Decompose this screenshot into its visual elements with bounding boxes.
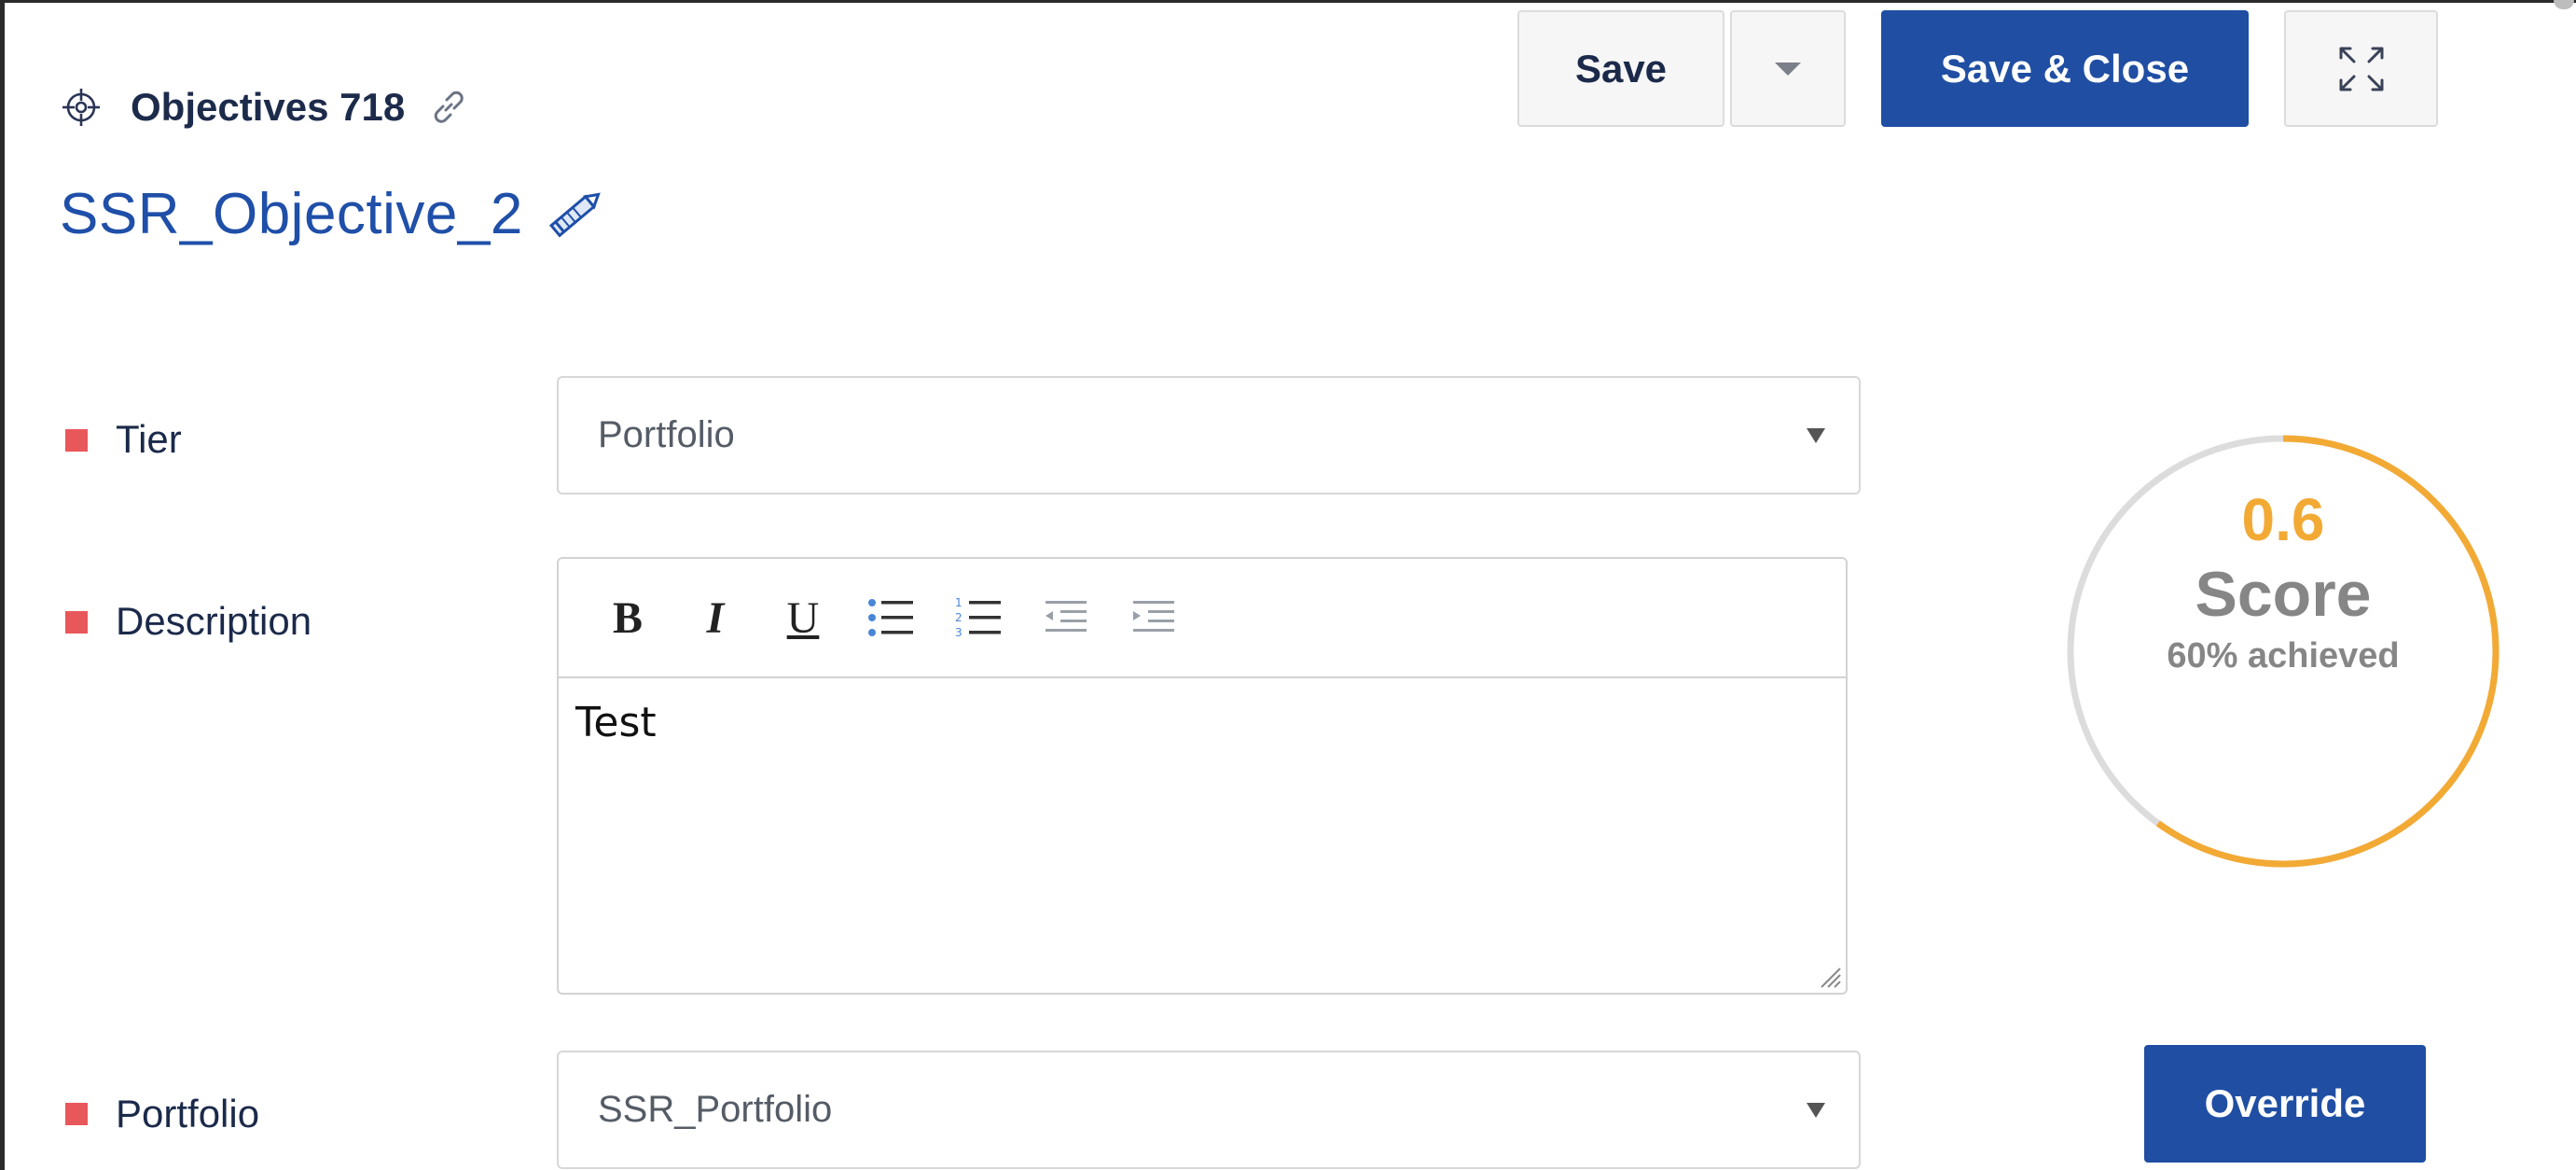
numbered-list-button[interactable]: 1 2 3 bbox=[952, 592, 1004, 644]
indent-icon bbox=[1133, 601, 1174, 632]
breadcrumb-label[interactable]: Objectives 718 bbox=[131, 85, 405, 130]
pencil-icon[interactable] bbox=[544, 182, 607, 245]
svg-text:3: 3 bbox=[955, 626, 963, 639]
bulleted-list-button[interactable] bbox=[865, 592, 917, 644]
score-label: Score bbox=[2195, 559, 2372, 630]
resize-grip-icon[interactable] bbox=[1816, 963, 1842, 989]
numbered-list-icon: 1 2 3 bbox=[955, 596, 1001, 639]
required-marker bbox=[65, 1103, 88, 1125]
chevron-down-icon bbox=[1807, 1102, 1825, 1118]
svg-text:2: 2 bbox=[955, 611, 963, 624]
underline-button[interactable]: U bbox=[777, 592, 829, 644]
title-row: SSR_Objective_2 bbox=[60, 174, 607, 254]
score-achieved: 60% achieved bbox=[2167, 636, 2400, 676]
tier-select[interactable]: Portfolio bbox=[557, 376, 1861, 494]
indent-button[interactable] bbox=[1128, 592, 1180, 644]
score-gauge: 0.6 Score 60% achieved bbox=[2061, 429, 2505, 873]
breadcrumb: Objectives 718 bbox=[60, 82, 470, 132]
svg-text:1: 1 bbox=[955, 596, 963, 609]
page-title: SSR_Objective_2 bbox=[60, 181, 523, 246]
window-top-border bbox=[0, 0, 2576, 3]
outdent-icon bbox=[1046, 601, 1087, 632]
italic-icon: I bbox=[706, 592, 725, 643]
chevron-down-icon bbox=[1775, 62, 1801, 76]
window-corner-handle bbox=[2554, 0, 2574, 9]
expand-button[interactable] bbox=[2284, 10, 2438, 127]
required-marker bbox=[65, 429, 88, 452]
bold-button[interactable]: B bbox=[602, 592, 654, 644]
bulleted-list-icon bbox=[868, 599, 913, 636]
portfolio-value: SSR_Portfolio bbox=[598, 1089, 833, 1130]
score-value: 0.6 bbox=[2241, 486, 2325, 553]
required-marker bbox=[65, 611, 88, 634]
save-options-dropdown[interactable] bbox=[1730, 10, 1846, 127]
tier-value: Portfolio bbox=[598, 414, 735, 455]
description-text[interactable]: Test bbox=[575, 699, 657, 746]
window-left-border bbox=[0, 0, 5, 1170]
bold-icon: B bbox=[612, 592, 643, 643]
portfolio-select[interactable]: SSR_Portfolio bbox=[557, 1051, 1861, 1169]
expand-icon bbox=[2339, 47, 2383, 91]
override-button[interactable]: Override bbox=[2144, 1045, 2426, 1163]
underline-icon: U bbox=[786, 592, 820, 643]
save-and-close-button[interactable]: Save & Close bbox=[1881, 10, 2249, 127]
outdent-button[interactable] bbox=[1040, 592, 1092, 644]
description-editor[interactable]: B I U 1 2 3 Test bbox=[557, 557, 1848, 995]
editor-toolbar: B I U 1 2 3 bbox=[559, 559, 1846, 678]
italic-button[interactable]: I bbox=[689, 592, 741, 644]
save-button[interactable]: Save bbox=[1517, 10, 1724, 127]
tier-label: Tier bbox=[116, 417, 182, 461]
description-label: Description bbox=[116, 599, 312, 643]
target-icon bbox=[62, 89, 100, 126]
chevron-down-icon bbox=[1807, 427, 1825, 443]
portfolio-label: Portfolio bbox=[116, 1092, 260, 1135]
link-icon[interactable] bbox=[427, 86, 470, 129]
